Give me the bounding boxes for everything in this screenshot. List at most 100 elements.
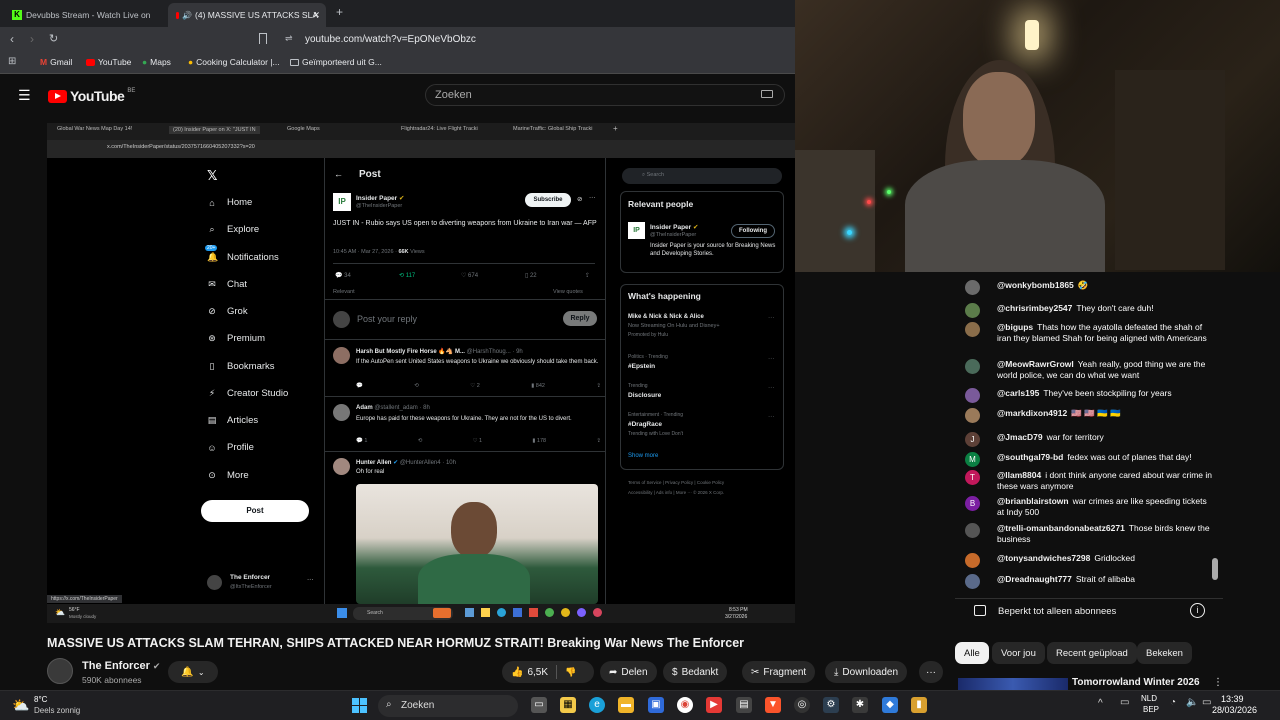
scissors-icon: ✂	[751, 666, 760, 678]
app-icon-3[interactable]: ▮	[911, 697, 927, 713]
chat-author[interactable]: @brianblairstown	[997, 496, 1069, 506]
chip-recent[interactable]: Recent geüpload	[1047, 642, 1137, 664]
windows-start-icon[interactable]	[352, 698, 367, 713]
app-icon-2[interactable]: ◆	[882, 697, 898, 713]
bookmark-imported[interactable]: Geïmporteerd uit G...	[290, 57, 382, 67]
chip-for-you[interactable]: Voor jou	[992, 642, 1045, 664]
reply-2-text: Europe has paid for these weapons for Uk…	[356, 416, 572, 422]
url-field[interactable]: youtube.com/watch?v=EpONeVbObzc	[305, 34, 476, 45]
account-handle: @ItsTheEnforcer	[230, 584, 272, 590]
chat-text: 🇺🇸 🇺🇸 🇺🇦 🇺🇦	[1071, 408, 1121, 418]
app-icon-1[interactable]: ✱	[852, 697, 868, 713]
taskbar-search[interactable]: ⌕ Zoeken	[378, 695, 518, 717]
chat-author[interactable]: @MeowRawrGrowl	[997, 359, 1074, 369]
thumbs-down-icon[interactable]: 👎	[565, 667, 576, 678]
download-button[interactable]: ⤓ Downloaden	[825, 661, 908, 683]
youtube-app-icon[interactable]: ▶	[706, 697, 722, 713]
edge-icon[interactable]: e	[589, 697, 605, 713]
obs-icon[interactable]: ◎	[794, 697, 810, 713]
chat-author[interactable]: @markdixon4912	[997, 408, 1067, 418]
chrome-icon[interactable]: ◉	[677, 697, 693, 713]
weather-icon[interactable]: ⛅	[12, 697, 29, 714]
video-player[interactable]: Global War News Map Day 14! (20) Insider…	[47, 123, 795, 623]
rp-name: Insider Paper ✔	[650, 224, 699, 231]
calculator-icon[interactable]: ▤	[736, 697, 752, 713]
new-tab-button[interactable]: +	[336, 5, 343, 19]
brave-icon[interactable]: ▼	[765, 697, 781, 713]
chat-author[interactable]: @bigups	[997, 322, 1033, 332]
file-explorer-icon[interactable]: ▬	[618, 697, 634, 713]
inner-taskbar-app-1	[465, 608, 474, 617]
x-logo-icon: 𝕏	[207, 168, 218, 183]
browser-tab-1[interactable]: K Devubbs Stream - Watch Live on	[4, 3, 166, 27]
chip-all[interactable]: Alle	[955, 642, 989, 664]
chat-author[interactable]: @chrisrimbey2547	[997, 303, 1072, 313]
next-video-more-icon[interactable]: ⋮	[1213, 677, 1223, 688]
chip-watched[interactable]: Bekeken	[1137, 642, 1192, 664]
battery-icon[interactable]: ▭	[1202, 697, 1211, 708]
like-icon: ♡ 2	[470, 383, 480, 389]
more-actions-button[interactable]: ···	[919, 661, 943, 683]
task-view-icon[interactable]: ▭	[531, 697, 547, 713]
reply-3-avatar	[333, 458, 350, 475]
reload-icon[interactable]: ↻	[49, 32, 58, 45]
reply-3-gif	[356, 484, 598, 604]
language-code[interactable]: NLD	[1141, 694, 1157, 703]
channel-avatar[interactable]	[47, 658, 73, 684]
channel-name[interactable]: The Enforcer ✔	[82, 660, 160, 672]
chat-author[interactable]: @Dreadnaught777	[997, 574, 1072, 584]
steam-icon[interactable]: ⚙	[823, 697, 839, 713]
share-button[interactable]: ➦ Delen	[600, 661, 657, 683]
next-video-title[interactable]: Tomorrowland Winter 2026	[1072, 677, 1200, 688]
next-video-thumbnail[interactable]	[958, 678, 1068, 690]
keyboard-icon[interactable]	[761, 90, 773, 98]
site-info-icon[interactable]: ⇌	[285, 33, 293, 44]
webcam-feed	[795, 0, 1280, 272]
volume-icon[interactable]: 🔈	[1186, 697, 1198, 708]
bookmark-maps[interactable]: ● Maps	[142, 57, 171, 67]
widgets-icon[interactable]: ▦	[560, 697, 576, 713]
forward-icon[interactable]: ›	[30, 32, 34, 46]
chat-text: They've been stockpiling for years	[1043, 388, 1172, 398]
tray-chevron-icon[interactable]: ^	[1098, 698, 1103, 709]
inner-tab-3: Google Maps	[287, 126, 320, 132]
chat-author[interactable]: @tonysandwiches7298	[997, 553, 1090, 563]
trend-more-icon: ···	[768, 355, 775, 362]
chat-author[interactable]: @southgal79-bd	[997, 452, 1063, 462]
subscribe-bell-button[interactable]: 🔔 ⌄	[168, 661, 218, 683]
search-input[interactable]: Zoeken	[425, 84, 785, 106]
store-icon[interactable]: ▣	[648, 697, 664, 713]
youtube-logo[interactable]: YouTube BE	[48, 88, 135, 104]
chat-author[interactable]: @wonkybomb1865	[997, 280, 1074, 290]
bookmark-gmail[interactable]: M Gmail	[40, 57, 72, 67]
bookmark-youtube[interactable]: YouTube	[86, 57, 131, 67]
hamburger-menu-icon[interactable]: ☰	[18, 87, 31, 104]
chat-author[interactable]: @JmacD79	[997, 432, 1043, 442]
thanks-button[interactable]: $ Bedankt	[663, 661, 728, 683]
clock-date[interactable]: 28/03/2026	[1212, 705, 1257, 715]
browser-tab-2[interactable]: 🔊 (4) MASSIVE US ATTACKS SLA ✕	[168, 3, 326, 27]
bookmark-icon[interactable]	[259, 33, 267, 44]
clip-button[interactable]: ✂ Fragment	[742, 661, 816, 683]
tray-app-icon[interactable]: ▭	[1120, 697, 1129, 708]
trend-2-title: #Epstein	[628, 363, 656, 370]
clock-time[interactable]: 13:39	[1221, 694, 1244, 704]
chat-author[interactable]: @carls195	[997, 388, 1039, 398]
keyboard-layout[interactable]: BEP	[1143, 705, 1159, 714]
apps-grid-icon[interactable]: ⊞	[8, 56, 16, 67]
chat-scrollbar[interactable]	[1212, 558, 1218, 580]
back-icon[interactable]: ‹	[10, 32, 14, 46]
x-footer-2: Accessibility | Ads info | More ··· © 20…	[628, 490, 725, 495]
thumbs-up-icon[interactable]: 👍	[511, 667, 523, 678]
reply-input: Post your reply	[357, 314, 418, 324]
chat-avatar	[965, 303, 980, 318]
like-count[interactable]: 6,5K	[527, 667, 548, 678]
chat-author[interactable]: @trelli-omanbandonabeatz6271	[997, 523, 1125, 533]
bookmark-cooking[interactable]: ● Cooking Calculator |...	[188, 57, 280, 67]
close-tab-icon[interactable]: ✕	[312, 10, 320, 21]
chat-message: @tonysandwiches7298 Gridlocked	[965, 553, 1215, 568]
chat-author[interactable]: @llam8804	[997, 470, 1041, 480]
info-icon[interactable]: i	[1190, 603, 1205, 618]
x-nav-premium: ⊛ Premium	[208, 333, 266, 344]
wifi-icon[interactable]: ◔	[1170, 697, 1176, 708]
